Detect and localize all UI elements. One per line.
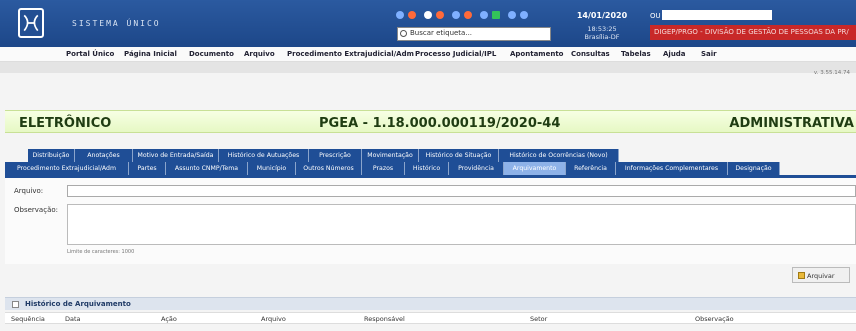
col-sequencia[interactable]: Sequência [11,315,45,323]
tab-arquivamento[interactable]: Arquivamento [504,162,566,175]
menu-sair[interactable]: Sair [701,50,717,58]
tab-prescricao[interactable]: Prescrição [309,149,362,162]
tab-informacoes-complementares[interactable]: Informações Complementares [616,162,728,175]
observation-label: Observação: [14,206,58,214]
status-dot-icon[interactable] [508,11,516,19]
tab-prazos[interactable]: Prazos [362,162,405,175]
status-dot-icon[interactable] [480,11,488,19]
col-acao[interactable]: Ação [161,315,177,323]
tab-assunto-cnmp[interactable]: Assunto CNMP/Tema [166,162,248,175]
tab-referencia[interactable]: Referência [566,162,616,175]
tab-distribuicao[interactable]: Distribuição [28,149,75,162]
tab-historico[interactable]: Histórico [405,162,449,175]
current-date: 14/01/2020 [576,11,628,20]
notification-icons [396,11,528,19]
tab-procedimento-extrajudicial[interactable]: Procedimento Extrajudicial/Adm [5,162,129,175]
menu-portal-unico[interactable]: Portal Único [66,50,114,58]
tag-search-placeholder: Buscar etiqueta... [410,29,473,37]
menu-ajuda[interactable]: Ajuda [663,50,686,58]
observation-textarea[interactable] [67,204,856,245]
status-dot-icon[interactable] [492,11,500,19]
user-label: OU [650,12,661,20]
file-select[interactable] [67,185,856,197]
status-dot-icon[interactable] [464,11,472,19]
menu-consultas[interactable]: Consultas [571,50,610,58]
status-dot-icon[interactable] [520,11,528,19]
menu-documento[interactable]: Documento [189,50,234,58]
char-limit-text: Limite de caracteres: 1000 [67,249,135,255]
tag-search-input[interactable]: Buscar etiqueta... [397,27,551,41]
tab-movimentacao[interactable]: Movimentação [362,149,419,162]
process-category: ADMINISTRATIVA [729,116,854,131]
archive-button-label: Arquivar [807,272,835,280]
status-dot-icon[interactable] [396,11,404,19]
history-title: Histórico de Arquivamento [25,300,131,308]
tab-partes[interactable]: Partes [129,162,166,175]
current-time: 18:53:25 Brasília-DF [584,25,620,41]
col-observacao[interactable]: Observação [695,315,734,323]
menu-procedimento-extrajudicial[interactable]: Procedimento Extrajudicial/Adm [287,50,414,58]
col-data[interactable]: Data [65,315,81,323]
menu-pagina-inicial[interactable]: Página Inicial [124,50,177,58]
datetime: 14/01/2020 18:53:25 Brasília-DF [574,11,630,41]
tab-municipio[interactable]: Município [248,162,296,175]
archive-button[interactable]: Arquivar [792,267,850,283]
version-text: v. 3.55.14.74 [813,70,850,76]
folder-icon [798,272,805,279]
tab-historico-ocorrencias[interactable]: Histórico de Ocorrências (Novo) [499,149,619,162]
main-menu: Portal Único Página Inicial Documento Ar… [0,47,856,62]
tab-historico-autuacoes[interactable]: Histórico de Autuações [219,149,309,162]
history-section-header[interactable]: Histórico de Arquivamento [5,297,856,310]
status-dot-icon[interactable] [436,11,444,19]
status-dot-icon[interactable] [424,11,432,19]
tab-designacao[interactable]: Designação [728,162,780,175]
col-responsavel[interactable]: Responsável [364,315,405,323]
status-dot-icon[interactable] [408,11,416,19]
tab-motivo-entrada-saida[interactable]: Motivo de Entrada/Saída [133,149,219,162]
menu-processo-judicial[interactable]: Processo Judicial/IPL [415,50,496,58]
collapse-checkbox-icon[interactable] [12,301,19,308]
process-header: ELETRÔNICO PGEA - 1.18.000.000119/2020-4… [5,110,856,133]
tab-historico-situacao[interactable]: Histórico de Situação [419,149,499,162]
tab-outros-numeros[interactable]: Outros Números [296,162,362,175]
top-header: SISTEMA ÚNICO Buscar etiqueta... 14/01/2… [0,0,856,47]
process-type: ELETRÔNICO [19,116,112,131]
unit-select[interactable]: DIGEP/PRGO - DIVISÃO DE GESTÃO DE PESSOA… [650,25,856,40]
search-icon [400,30,407,37]
system-name: SISTEMA ÚNICO [72,19,161,28]
tab-providencia[interactable]: Providência [449,162,504,175]
menu-apontamento[interactable]: Apontamento [510,50,563,58]
col-arquivo[interactable]: Arquivo [261,315,286,323]
sub-toolbar [0,62,856,73]
menu-tabelas[interactable]: Tabelas [621,50,651,58]
user-name-field[interactable] [662,10,772,20]
history-table-header: Sequência Data Ação Arquivo Responsável … [5,312,856,324]
col-setor[interactable]: Setor [530,315,547,323]
file-label: Arquivo: [14,187,44,195]
sistema-unico-logo-icon[interactable] [18,8,44,38]
tab-anotacoes[interactable]: Anotações [75,149,133,162]
status-dot-icon[interactable] [452,11,460,19]
process-number: PGEA - 1.18.000.000119/2020-44 [319,116,561,131]
menu-arquivo[interactable]: Arquivo [244,50,275,58]
